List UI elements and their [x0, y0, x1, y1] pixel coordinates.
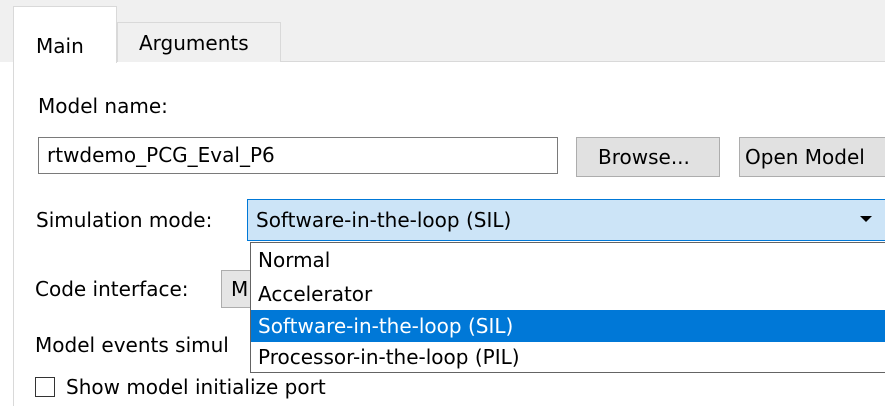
browse-button[interactable]: Browse...: [576, 137, 720, 177]
simulation-mode-dropdown: Normal Accelerator Software-in-the-loop …: [250, 242, 885, 373]
tab-main[interactable]: Main: [13, 6, 117, 63]
panel-border: [13, 62, 14, 406]
dropdown-option-pil[interactable]: Processor-in-the-loop (PIL): [251, 341, 885, 373]
model-events-label: Model events simul: [35, 333, 229, 357]
initialize-port-label[interactable]: Show model initialize port: [66, 375, 326, 399]
chevron-down-icon[interactable]: [860, 216, 872, 222]
dropdown-option-normal[interactable]: Normal: [251, 244, 885, 276]
model-name-input[interactable]: rtwdemo_PCG_Eval_P6: [38, 137, 558, 174]
simulation-mode-label: Simulation mode:: [36, 208, 213, 232]
simulation-mode-select[interactable]: Software-in-the-loop (SIL): [247, 199, 885, 241]
open-model-button[interactable]: Open Model: [739, 137, 885, 177]
tab-arguments[interactable]: Arguments: [117, 22, 281, 62]
model-name-label: Model name:: [38, 94, 168, 118]
checkbox-unchecked-icon[interactable]: [35, 377, 55, 397]
code-interface-label: Code interface:: [35, 277, 189, 301]
dropdown-option-sil[interactable]: Software-in-the-loop (SIL): [251, 310, 885, 342]
dropdown-option-accelerator[interactable]: Accelerator: [251, 278, 885, 310]
